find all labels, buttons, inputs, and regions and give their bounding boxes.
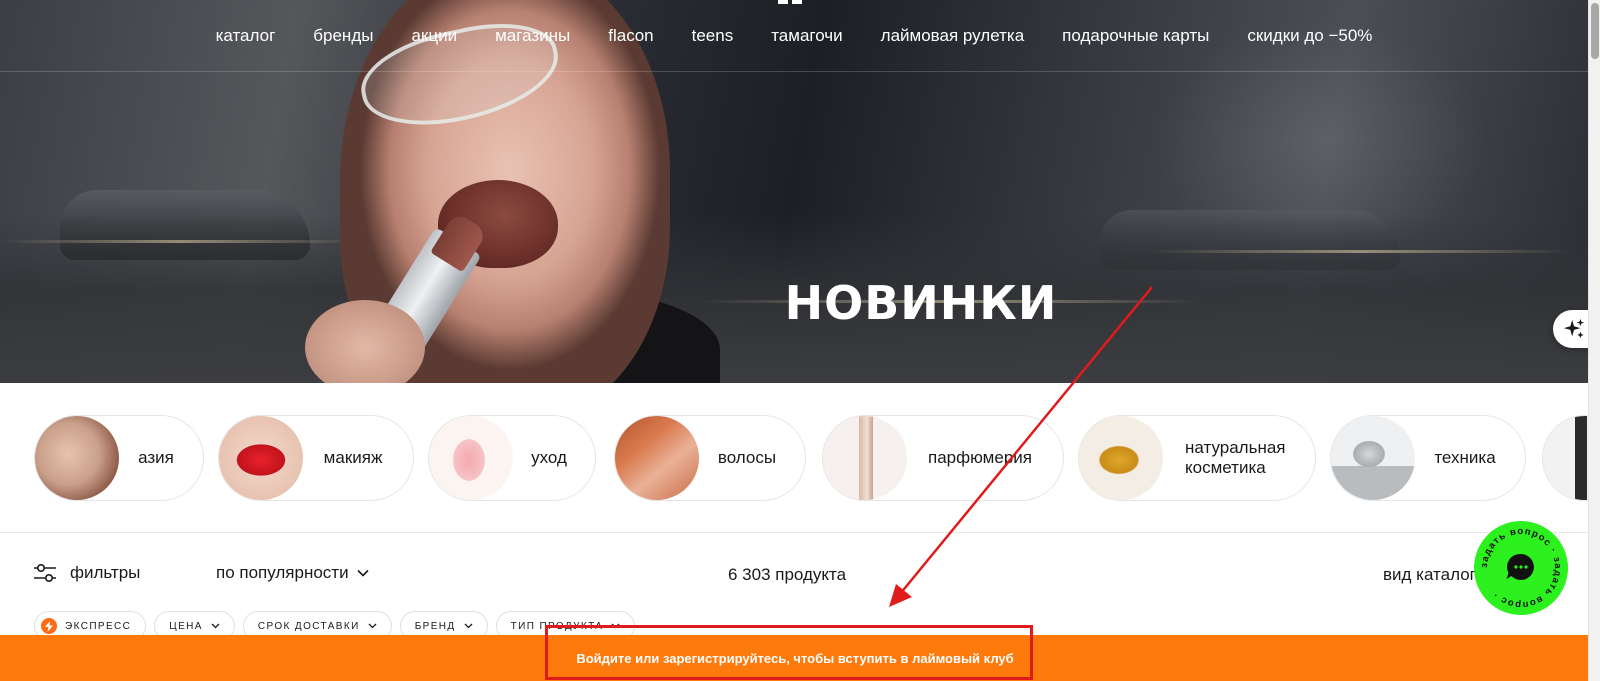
nav-item-catalog[interactable]: каталог (216, 26, 276, 46)
category-label: азия (138, 448, 174, 467)
chevron-down-icon (357, 569, 369, 577)
chip-label: экспресс (65, 620, 132, 632)
nav-item-tamagotchi[interactable]: тамагочи (771, 26, 842, 46)
page-title: НОВИНКИ (784, 276, 1058, 330)
nav-item-flacon[interactable]: flacon (608, 26, 653, 46)
sort-dropdown[interactable]: по популярности (216, 563, 369, 583)
category-carousel: азия макияж уход волосы парфюмерия натур… (0, 383, 1588, 533)
ask-question-button[interactable]: задать вопрос · задать вопрос · (1474, 521, 1568, 615)
light-streak (1150, 250, 1570, 253)
light-streak (0, 240, 360, 243)
login-register-link[interactable]: Войдите или зарегистрируйтесь, чтобы вст… (576, 651, 1013, 666)
chat-bubble-icon (1506, 553, 1534, 580)
category-label: натуральная косметика (1185, 438, 1286, 477)
filters-button[interactable]: фильтры (34, 563, 140, 583)
category-asia[interactable]: азия (34, 415, 204, 501)
category-hair[interactable]: волосы (614, 415, 806, 501)
sort-label: по популярности (216, 563, 349, 582)
sliders-icon (34, 563, 56, 583)
hair-dryer-photo (1331, 416, 1415, 500)
scrollbar-thumb[interactable] (1591, 3, 1599, 59)
product-count: 6 303 продукта (728, 565, 847, 584)
top-navigation: каталог бренды акции магазины flacon tee… (0, 0, 1588, 72)
nav-item-stores[interactable]: магазины (495, 26, 570, 46)
category-makeup[interactable]: макияж (218, 415, 414, 501)
category-care[interactable]: уход (428, 415, 596, 501)
category-perfume[interactable]: парфюмерия (822, 415, 1064, 501)
chip-label: бренд (414, 620, 456, 632)
nav-item-lime-roulette[interactable]: лаймовая рулетка (881, 26, 1025, 46)
logo[interactable] (778, 0, 806, 4)
chevron-down-icon (611, 623, 620, 629)
category-label: техника (1434, 448, 1496, 467)
filters-label: фильтры (70, 563, 141, 582)
red-hair-photo (615, 416, 699, 500)
chip-label: тип продукта (510, 620, 604, 632)
view-label: вид каталога (1383, 565, 1485, 584)
red-lips-photo (219, 416, 303, 500)
nav-item-promotions[interactable]: акции (411, 26, 457, 46)
chip-label: цена (169, 620, 203, 632)
lightning-icon (41, 618, 57, 634)
chevron-down-icon (368, 623, 377, 629)
face-mask-photo (35, 416, 119, 500)
nav-item-brands[interactable]: бренды (313, 26, 373, 46)
category-label: волосы (717, 448, 777, 467)
page-scrollbar[interactable] (1588, 0, 1600, 681)
chevron-down-icon (464, 623, 473, 629)
nav-item-gift-cards[interactable]: подарочные карты (1062, 26, 1209, 46)
category-more[interactable] (1542, 415, 1588, 501)
category-natural-cosmetics[interactable]: натуральная косметика (1078, 415, 1316, 501)
chip-label: срок доставки (257, 620, 360, 632)
category-label: макияж (323, 448, 383, 467)
perfume-bottle-photo (823, 416, 907, 500)
golden-balm-swatch (1079, 416, 1163, 500)
category-appliances[interactable]: техника (1330, 415, 1526, 501)
category-label: уход (531, 448, 567, 467)
catalog-view-toggle[interactable]: вид каталога (1383, 565, 1485, 585)
pink-gel-swatch (429, 416, 513, 500)
nav-item-discounts[interactable]: скидки до −50% (1247, 26, 1372, 46)
chevron-down-icon (211, 623, 220, 629)
product-photo (1543, 416, 1588, 500)
nav-item-teens[interactable]: teens (692, 26, 734, 46)
catalog-toolbar: фильтры по популярности 6 303 продукта в… (0, 533, 1588, 613)
sparkle-icon (1563, 318, 1585, 339)
category-label: парфюмерия (928, 448, 1032, 467)
login-banner: Войдите или зарегистрируйтесь, чтобы вст… (0, 635, 1588, 681)
chat-ring: задать вопрос · задать вопрос · (1479, 526, 1562, 610)
